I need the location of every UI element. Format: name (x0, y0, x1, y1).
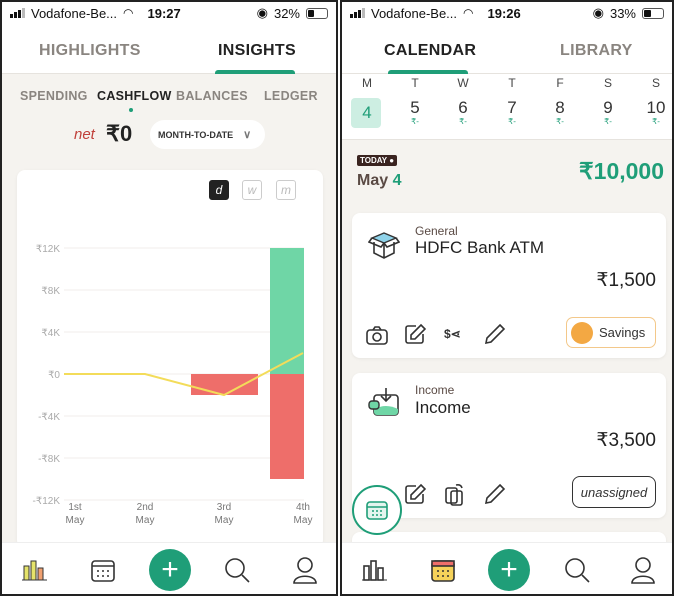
search-icon (565, 558, 590, 583)
budget-tag-unassigned[interactable]: unassigned (572, 476, 656, 508)
camera-icon[interactable] (366, 325, 388, 345)
day-amount: ₹- (652, 117, 660, 126)
expense-bar (191, 374, 258, 395)
transaction-card[interactable]: General HDFC Bank ATM ₹1,500 $⋖ Savings (352, 213, 666, 358)
box-icon (368, 232, 400, 259)
jump-to-today-button[interactable] (352, 485, 402, 535)
today-badge: TODAY ● (357, 155, 398, 166)
time: 19:26 (487, 5, 521, 21)
calendar-icon (431, 560, 455, 582)
nav-insights[interactable] (360, 555, 390, 585)
x-tick-label: 2nd May (136, 502, 155, 526)
transaction-category: General (415, 224, 458, 238)
chart-icon (22, 560, 47, 581)
day-amount: ₹- (459, 117, 467, 126)
bottom-nav: + (342, 542, 672, 594)
nav-calendar[interactable] (88, 555, 118, 585)
transaction-title: Income (415, 398, 471, 417)
calendar-icon (366, 501, 388, 520)
date-day: 4 (392, 172, 402, 189)
expense-bar (270, 374, 304, 479)
add-button[interactable]: + (488, 549, 530, 591)
day-number[interactable]: 4 (354, 103, 380, 123)
edit-note-icon[interactable] (404, 483, 426, 505)
weekday-label: M (362, 76, 372, 90)
weekday-label: F (556, 76, 564, 90)
y-tick-label: ₹8K (41, 286, 60, 297)
pencil-icon[interactable] (484, 483, 506, 505)
day-number[interactable]: 7 (499, 98, 525, 118)
duplicate-icon[interactable] (444, 482, 466, 506)
day-number[interactable]: 5 (402, 98, 428, 118)
piggy-icon (571, 321, 593, 344)
y-tick-label: -₹8K (38, 454, 60, 465)
y-tick-label: ₹0 (48, 370, 60, 381)
weekday-label: T (508, 76, 516, 90)
battery-icon (642, 7, 664, 19)
battery-percent: 33% (609, 5, 636, 21)
weekday-label: W (457, 76, 469, 90)
y-tick-label: -₹12K (33, 496, 61, 507)
x-tick-label: 1st May (66, 502, 85, 526)
y-tick-label: -₹4K (38, 412, 60, 423)
nav-calendar[interactable] (428, 555, 458, 585)
selected-date: May 4 (357, 172, 401, 190)
transaction-amount: ₹1,500 (596, 270, 656, 291)
x-tick-label: 3rd May (215, 502, 234, 526)
chart-icon (362, 560, 387, 581)
weekday-label: T (411, 76, 419, 90)
calendar-screen: Vodafone-Be... ◠ 19:26 ◉ 33% CALENDAR LI… (340, 0, 674, 596)
add-icon: + (161, 553, 179, 586)
nav-profile[interactable] (628, 555, 658, 585)
day-number[interactable]: 9 (595, 98, 621, 118)
pencil-icon[interactable] (484, 323, 506, 345)
transaction-amount: ₹3,500 (596, 430, 656, 451)
nav-search[interactable] (562, 555, 592, 585)
transaction-title: HDFC Bank ATM (415, 238, 545, 257)
date-month: May (357, 172, 389, 189)
tag-label: unassigned (580, 484, 648, 500)
orientation-lock-icon: ◉ (592, 5, 604, 20)
wifi-icon: ◠ (463, 6, 474, 20)
bottom-nav: + (2, 542, 336, 594)
top-tabs: CALENDAR LIBRARY (342, 24, 672, 74)
add-button[interactable]: + (149, 549, 191, 591)
weekday-label: S (603, 76, 612, 90)
tab-calendar[interactable]: CALENDAR (384, 42, 476, 60)
add-icon: + (500, 553, 518, 586)
search-icon (225, 558, 250, 583)
day-amount: ₹- (556, 117, 564, 126)
day-total: ₹10,000 (579, 158, 664, 184)
carrier: Vodafone-Be... (371, 5, 458, 21)
transaction-card[interactable]: Income Income ₹3,500 unassigned (352, 373, 666, 518)
tab-library[interactable]: LIBRARY (560, 42, 633, 60)
day-number[interactable]: 10 (643, 98, 669, 118)
split-icon[interactable]: $⋖ (444, 327, 461, 341)
calendar-icon (91, 560, 115, 582)
status-bar: Vodafone-Be... ◠ 19:26 ◉ 33% (342, 2, 672, 24)
transaction-category: Income (415, 383, 455, 397)
profile-icon (293, 557, 317, 584)
day-amount: ₹- (508, 117, 516, 126)
budget-tag-savings[interactable]: Savings (566, 317, 656, 348)
y-tick-label: ₹4K (41, 328, 60, 339)
day-amount: ₹- (411, 117, 419, 126)
signal-icon (350, 8, 365, 18)
insights-screen: Vodafone-Be... ◠ 19:27 ◉ 32% HIGHLIGHTS … (0, 0, 338, 596)
tag-label: Savings (599, 325, 646, 340)
nav-profile[interactable] (290, 555, 320, 585)
y-tick-label: ₹12K (36, 244, 60, 255)
weekday-label: S (651, 76, 660, 90)
day-number[interactable]: 8 (547, 98, 573, 118)
day-amount: ₹- (604, 117, 612, 126)
edit-note-icon[interactable] (404, 323, 426, 345)
income-icon (368, 388, 399, 416)
profile-icon (631, 557, 655, 584)
nav-search[interactable] (222, 555, 252, 585)
x-tick-label: 4th May (294, 502, 313, 526)
cashflow-chart: ₹12K ₹8K ₹4K ₹0 -₹4K -₹8K -₹12K 1st May 2nd May 3rd… (33, 244, 313, 526)
day-number[interactable]: 6 (450, 98, 476, 118)
nav-insights[interactable] (20, 555, 50, 585)
